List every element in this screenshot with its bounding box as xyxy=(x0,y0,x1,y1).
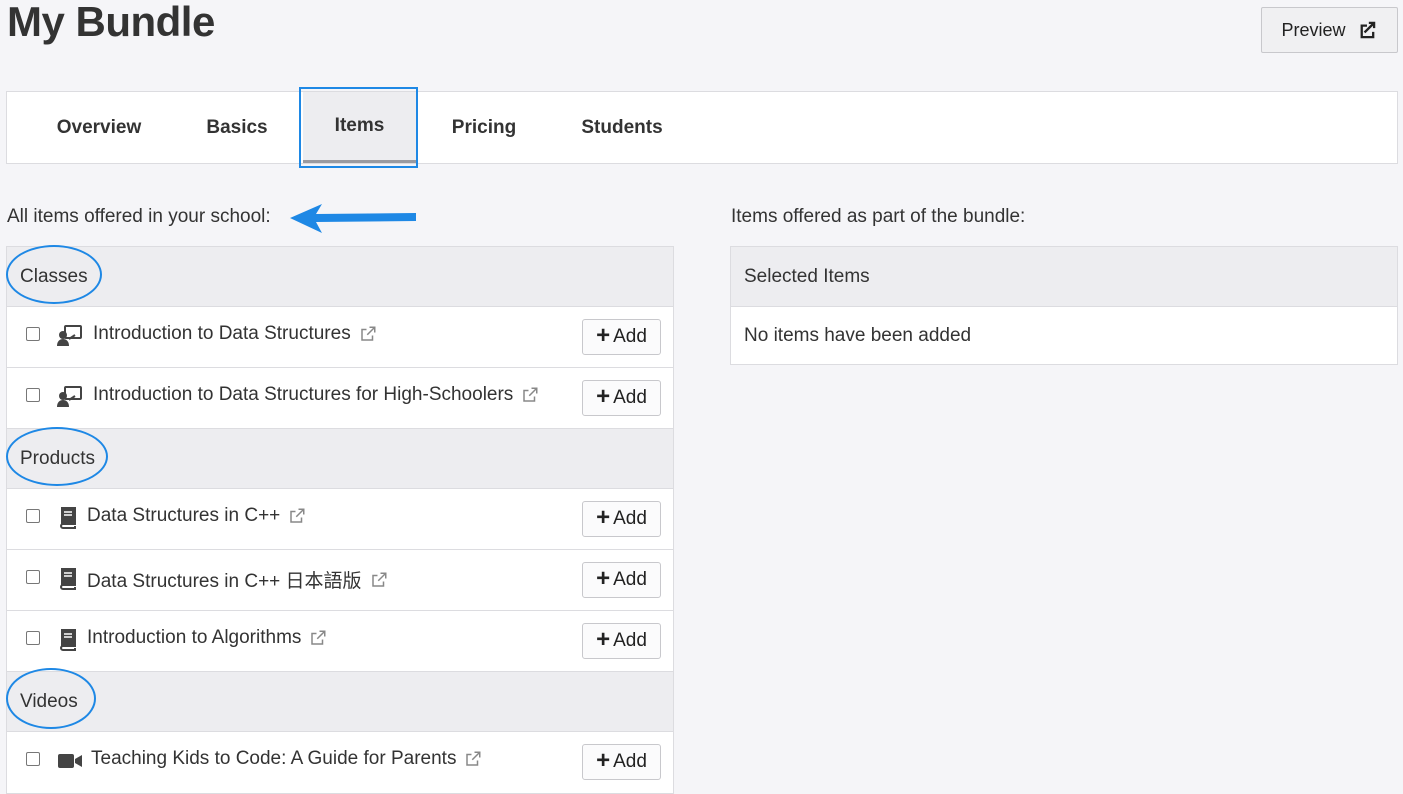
tab-items[interactable]: Items xyxy=(303,92,416,163)
add-button-label: Add xyxy=(613,387,647,408)
external-link-icon[interactable] xyxy=(521,386,539,404)
classroom-icon xyxy=(57,385,83,409)
external-link-icon[interactable] xyxy=(370,571,388,589)
tab-basics-label: Basics xyxy=(206,116,268,138)
add-button-label: Add xyxy=(613,569,647,590)
all-items-panel: Classes Introduction to Data Structures … xyxy=(6,246,674,794)
item-checkbox[interactable] xyxy=(26,327,40,341)
tab-students[interactable]: Students xyxy=(557,92,687,163)
item-checkbox[interactable] xyxy=(26,388,40,402)
preview-button[interactable]: Preview xyxy=(1261,7,1398,53)
tab-overview[interactable]: Overview xyxy=(37,92,161,163)
right-heading: Items offered as part of the bundle: xyxy=(731,206,1026,227)
selected-items-panel: Selected Items No items have been added xyxy=(730,246,1398,365)
tab-bar: Overview Basics Items Pricing Students xyxy=(6,91,1398,164)
left-heading: All items offered in your school: xyxy=(7,206,271,227)
item-checkbox[interactable] xyxy=(26,631,40,645)
tab-pricing-label: Pricing xyxy=(451,116,517,138)
external-link-icon[interactable] xyxy=(288,507,306,525)
group-title: Videos xyxy=(20,690,78,712)
classroom-icon xyxy=(57,324,83,348)
annotation-arrow-icon xyxy=(290,204,416,233)
add-button-label: Add xyxy=(613,630,647,651)
book-icon xyxy=(55,567,81,591)
list-item: Introduction to Algorithms + Add xyxy=(7,611,673,672)
book-icon xyxy=(55,506,81,530)
item-label[interactable]: Introduction to Data Structures xyxy=(93,323,351,345)
plus-icon: + xyxy=(596,383,611,410)
group-header-videos: Videos xyxy=(7,672,673,732)
item-checkbox[interactable] xyxy=(26,509,40,523)
book-icon xyxy=(55,628,81,652)
external-link-icon[interactable] xyxy=(359,325,377,343)
item-label[interactable]: Data Structures in C++ xyxy=(87,505,280,527)
add-button[interactable]: + Add xyxy=(582,319,661,355)
preview-button-label: Preview xyxy=(1281,19,1346,40)
selected-items-header: Selected Items xyxy=(731,247,1397,307)
list-item: Introduction to Data Structures + Add xyxy=(7,307,673,368)
add-button-label: Add xyxy=(613,751,647,772)
plus-icon: + xyxy=(596,565,611,592)
item-checkbox[interactable] xyxy=(26,752,40,766)
group-title: Products xyxy=(20,447,95,469)
video-camera-icon xyxy=(57,749,83,773)
tab-students-label: Students xyxy=(581,116,663,138)
item-checkbox[interactable] xyxy=(26,570,40,584)
group-header-classes: Classes xyxy=(7,247,673,307)
add-button[interactable]: + Add xyxy=(582,623,661,659)
tab-items-label: Items xyxy=(334,115,385,136)
plus-icon: + xyxy=(596,747,611,774)
add-button-label: Add xyxy=(613,508,647,529)
list-item: Introduction to Data Structures for High… xyxy=(7,368,673,429)
tab-overview-label: Overview xyxy=(56,116,142,138)
add-button[interactable]: + Add xyxy=(582,562,661,598)
add-button[interactable]: + Add xyxy=(582,501,661,537)
plus-icon: + xyxy=(596,626,611,653)
plus-icon: + xyxy=(596,322,611,349)
page-title: My Bundle xyxy=(7,0,215,45)
external-link-icon[interactable] xyxy=(309,629,327,647)
item-label[interactable]: Teaching Kids to Code: A Guide for Paren… xyxy=(91,748,456,770)
external-link-icon xyxy=(1360,21,1375,39)
plus-icon: + xyxy=(596,504,611,531)
list-item: Data Structures in C++ + Add xyxy=(7,489,673,550)
add-button[interactable]: + Add xyxy=(582,744,661,780)
add-button[interactable]: + Add xyxy=(582,380,661,416)
list-item: Teaching Kids to Code: A Guide for Paren… xyxy=(7,732,673,793)
group-header-products: Products xyxy=(7,429,673,489)
tab-pricing[interactable]: Pricing xyxy=(429,92,539,163)
item-label[interactable]: Introduction to Data Structures for High… xyxy=(93,384,513,406)
tab-basics[interactable]: Basics xyxy=(177,92,297,163)
item-label[interactable]: Data Structures in C++ 日本語版 xyxy=(87,566,362,593)
add-button-label: Add xyxy=(613,326,647,347)
empty-state-text: No items have been added xyxy=(744,324,972,346)
list-item: Data Structures in C++ 日本語版 + Add xyxy=(7,550,673,611)
item-label[interactable]: Introduction to Algorithms xyxy=(87,627,301,649)
external-link-icon[interactable] xyxy=(464,750,482,768)
group-title: Classes xyxy=(20,265,88,287)
